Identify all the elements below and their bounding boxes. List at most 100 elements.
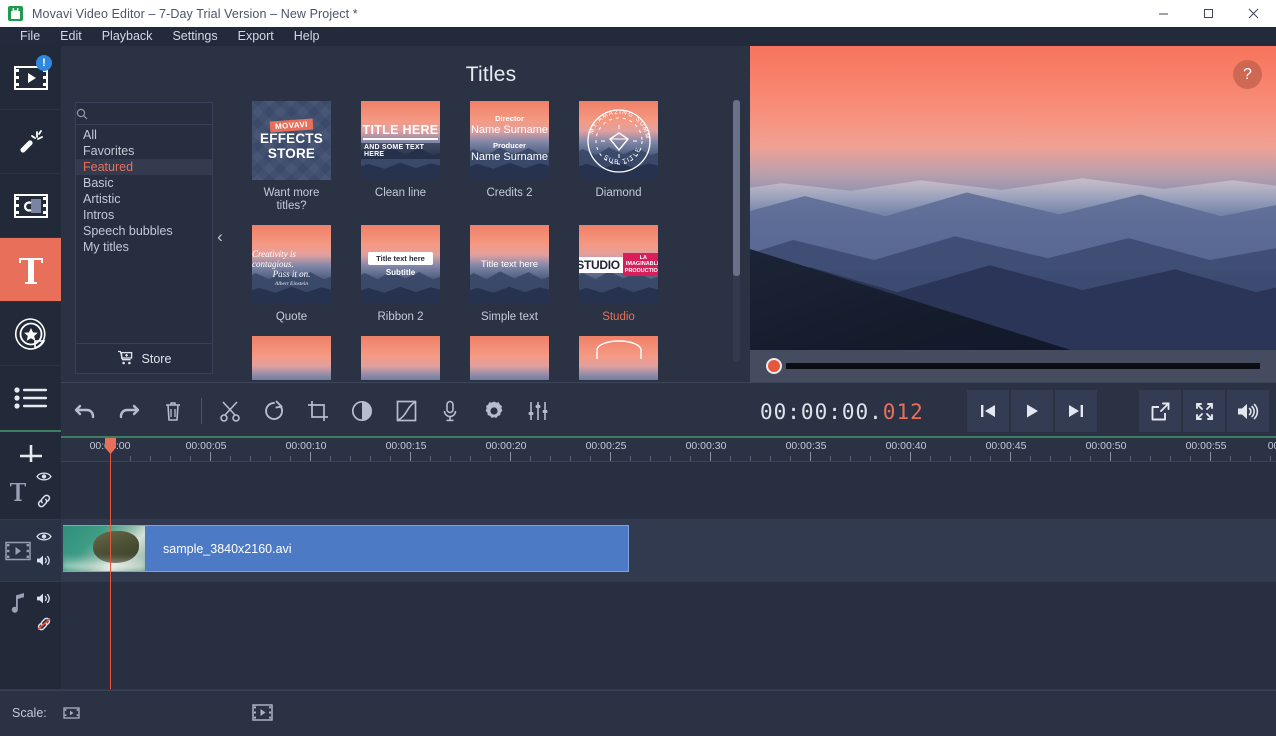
ruler-tick — [1130, 456, 1131, 461]
title-item-row3-3[interactable] — [470, 336, 549, 380]
preview-options — [1139, 390, 1269, 432]
rail-item-stickers[interactable] — [0, 302, 61, 366]
video-clip[interactable]: sample_3840x2160.avi — [63, 525, 629, 572]
menu-help[interactable]: Help — [284, 27, 330, 46]
color-adjust-button[interactable] — [340, 389, 384, 433]
menu-edit[interactable]: Edit — [50, 27, 92, 46]
eye-icon[interactable] — [36, 469, 52, 487]
rail-item-more-tools[interactable] — [0, 366, 61, 430]
menu-bar: File Edit Playback Settings Export Help — [0, 27, 1276, 46]
chevron-left-icon[interactable]: ‹ — [213, 226, 227, 248]
title-item-simple-text[interactable]: Title text here Simple text — [470, 225, 549, 324]
toolbar-divider — [201, 398, 202, 424]
title-item-diamond[interactable]: MY AMAZING SUMMER SUB TITLE Diamond — [579, 101, 658, 213]
title-item-row3-2[interactable] — [361, 336, 440, 380]
category-search-row — [76, 102, 252, 125]
rotate-button[interactable] — [252, 389, 296, 433]
redo-button[interactable] — [107, 389, 151, 433]
next-frame-button[interactable] — [1055, 390, 1097, 432]
link-icon[interactable] — [36, 494, 52, 513]
scrollbar-thumb[interactable] — [733, 100, 740, 276]
play-button[interactable] — [1011, 390, 1053, 432]
timeline-ruler[interactable]: 00:00:00 00:00:05 00:00:10 00:00:15 00:0… — [61, 438, 1276, 462]
close-button[interactable] — [1231, 0, 1276, 27]
help-button[interactable]: ? — [1233, 60, 1262, 89]
category-item-intros[interactable]: Intros — [76, 207, 212, 223]
title-item-row3-1[interactable] — [252, 336, 331, 380]
titles-track-toggles — [36, 469, 52, 513]
video-preview[interactable]: ? — [750, 46, 1276, 350]
current-timecode[interactable]: 00:00:00.012 — [760, 400, 924, 424]
rail-item-import-media[interactable]: ! — [0, 46, 61, 110]
ruler-tick — [670, 456, 671, 461]
ruler-tick — [550, 456, 551, 461]
promo-line2: STORE — [267, 146, 316, 161]
audio-track-body[interactable] — [61, 582, 1276, 689]
film-small-icon[interactable] — [63, 706, 80, 725]
title-item-row3-4[interactable] — [579, 336, 658, 380]
title-item-ribbon-2[interactable]: Title text here Subtitle Ribbon 2 — [361, 225, 440, 324]
title-item-clean-line[interactable]: TITLE HERE AND SOME TEXT HERE Clean line — [361, 101, 440, 213]
speaker-icon[interactable] — [36, 554, 52, 572]
delete-button[interactable] — [151, 389, 195, 433]
search-input[interactable] — [88, 107, 242, 120]
volume-button[interactable] — [1227, 390, 1269, 432]
ruler-tick — [1110, 452, 1111, 461]
title-item-label: Studio — [602, 311, 635, 323]
title-thumbnail — [470, 336, 549, 380]
video-track-body[interactable]: sample_3840x2160.avi — [61, 520, 1276, 581]
menu-settings[interactable]: Settings — [162, 27, 227, 46]
detach-preview-button[interactable] — [1139, 390, 1181, 432]
seek-track[interactable] — [786, 363, 1260, 369]
rail-item-filters[interactable] — [0, 110, 61, 174]
audio-track[interactable] — [0, 582, 1276, 690]
eye-icon[interactable] — [36, 529, 52, 547]
category-item-speech-bubbles[interactable]: Speech bubbles — [76, 223, 212, 239]
title-item-quote[interactable]: Creativity is contagious. Pass it on. Al… — [252, 225, 331, 324]
crop-button[interactable] — [296, 389, 340, 433]
menu-file[interactable]: File — [10, 27, 50, 46]
titles-grid: MOVAVI EFFECTS STORE Want more titles? T… — [232, 101, 750, 380]
ruler-tick — [150, 456, 151, 461]
maximize-button[interactable] — [1186, 0, 1231, 27]
rail-item-transitions[interactable] — [0, 174, 61, 238]
equalizer-button[interactable] — [516, 389, 560, 433]
ruler-label: 00:00:50 — [1085, 440, 1127, 452]
titles-track[interactable] — [0, 462, 1276, 520]
store-button[interactable]: Store — [76, 343, 212, 373]
title-item-studio[interactable]: STUDIO LA IMAGINABLE PRODUCTION Studio — [579, 225, 658, 324]
fullscreen-button[interactable] — [1183, 390, 1225, 432]
playhead[interactable] — [110, 438, 111, 689]
title-item-credits-2[interactable]: Director Name Surname Producer Name Surn… — [470, 101, 549, 213]
category-item-favorites[interactable]: Favorites — [76, 143, 212, 159]
record-audio-button[interactable] — [428, 389, 472, 433]
category-item-my-titles[interactable]: My titles — [76, 239, 212, 255]
film-large-icon[interactable] — [252, 703, 273, 727]
menu-export[interactable]: Export — [228, 27, 284, 46]
rail-item-titles[interactable] — [0, 238, 61, 302]
seek-handle[interactable] — [766, 358, 782, 374]
audio-track-header — [0, 582, 61, 689]
editing-toolbar: 00:00:00.012 — [61, 382, 1276, 438]
transition-button[interactable] — [384, 389, 428, 433]
title-item-want-more-titles[interactable]: MOVAVI EFFECTS STORE Want more titles? — [252, 101, 331, 213]
category-item-all[interactable]: All — [76, 127, 212, 143]
titles-scrollbar[interactable] — [733, 100, 740, 362]
ruler-tick — [1150, 456, 1151, 461]
clip-properties-button[interactable] — [472, 389, 516, 433]
speaker-icon[interactable] — [36, 592, 52, 610]
video-track[interactable]: sample_3840x2160.avi — [0, 520, 1276, 582]
category-item-featured[interactable]: Featured — [76, 159, 212, 175]
ruler-tick — [490, 456, 491, 461]
minimize-button[interactable] — [1141, 0, 1186, 27]
menu-playback[interactable]: Playback — [92, 27, 163, 46]
preview-simple-text: Title text here — [480, 259, 539, 270]
split-button[interactable] — [208, 389, 252, 433]
unlink-icon[interactable] — [36, 617, 52, 636]
preview-seekbar[interactable] — [750, 350, 1276, 382]
category-item-artistic[interactable]: Artistic — [76, 191, 212, 207]
titles-track-body[interactable] — [61, 462, 1276, 519]
category-item-basic[interactable]: Basic — [76, 175, 212, 191]
undo-button[interactable] — [63, 389, 107, 433]
previous-frame-button[interactable] — [967, 390, 1009, 432]
